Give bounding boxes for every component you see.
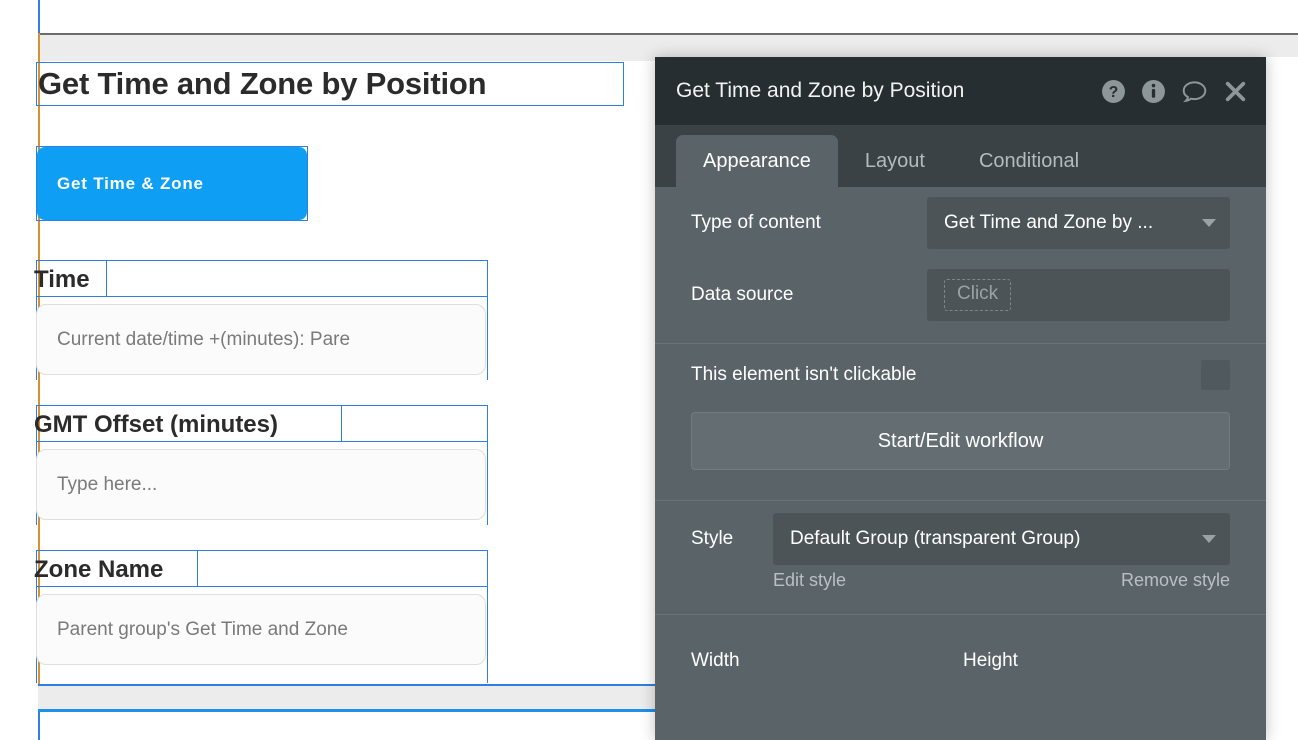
style-dropdown[interactable]: Default Group (transparent Group) xyxy=(773,513,1230,565)
clickable-label: This element isn't clickable xyxy=(691,364,917,385)
editor-screen: Get Time and Zone by Position Get Time &… xyxy=(0,0,1298,740)
time-input[interactable]: Current date/time +(minutes): Pare xyxy=(36,304,486,375)
type-of-content-row: Type of content Get Time and Zone by ... xyxy=(655,187,1266,259)
zone-name-input[interactable]: Parent group's Get Time and Zone xyxy=(36,594,486,665)
help-icon[interactable]: ? xyxy=(1101,79,1126,104)
zone-name-label: Zone Name xyxy=(34,556,164,583)
gmt-offset-label: GMT Offset (minutes) xyxy=(34,411,278,438)
panel-header-icons: ? xyxy=(1101,79,1248,104)
type-of-content-label: Type of content xyxy=(691,212,821,233)
data-source-row: Data source Click xyxy=(655,259,1266,331)
tab-layout[interactable]: Layout xyxy=(838,135,952,187)
data-source-field[interactable]: Click xyxy=(927,269,1230,321)
data-source-click-placeholder[interactable]: Click xyxy=(944,279,1012,311)
clickable-row: This element isn't clickable xyxy=(655,344,1266,406)
edit-style-link[interactable]: Edit style xyxy=(773,570,1121,591)
page-title: Get Time and Zone by Position xyxy=(38,66,487,101)
style-chevron-down-icon xyxy=(1202,535,1216,543)
height-label: Height xyxy=(963,650,1018,671)
style-label: Style xyxy=(691,528,734,549)
start-edit-workflow-button[interactable]: Start/Edit workflow xyxy=(691,412,1230,470)
style-row: Style Default Group (transparent Group) xyxy=(655,501,1266,565)
panel-header: Get Time and Zone by Position ? xyxy=(655,57,1266,125)
page-left-guide-bottom xyxy=(38,715,40,740)
panel-title: Get Time and Zone by Position xyxy=(676,79,965,102)
panel-gap xyxy=(1266,57,1298,740)
tab-appearance[interactable]: Appearance xyxy=(676,135,838,187)
chevron-down-icon xyxy=(1202,219,1216,227)
type-of-content-dropdown[interactable]: Get Time and Zone by ... xyxy=(927,197,1230,249)
get-time-zone-button[interactable]: Get Time & Zone xyxy=(37,147,307,220)
property-inspector-panel: Get Time and Zone by Position ? Appearan… xyxy=(655,57,1266,740)
panel-tabs: Appearance Layout Conditional xyxy=(655,125,1266,187)
info-icon[interactable] xyxy=(1141,79,1166,104)
close-icon[interactable] xyxy=(1223,79,1248,104)
size-row: Width Height xyxy=(655,615,1266,685)
remove-style-link[interactable]: Remove style xyxy=(1121,570,1230,591)
tab-conditional[interactable]: Conditional xyxy=(952,135,1106,187)
gmt-offset-input[interactable]: Type here... xyxy=(36,449,486,520)
style-value: Default Group (transparent Group) xyxy=(790,528,1081,549)
data-source-label: Data source xyxy=(691,284,794,305)
panel-body: Type of content Get Time and Zone by ...… xyxy=(655,187,1266,740)
time-label: Time xyxy=(34,266,90,293)
workflow-row: Start/Edit workflow xyxy=(655,406,1266,476)
type-of-content-value: Get Time and Zone by ... xyxy=(944,212,1154,233)
svg-text:?: ? xyxy=(1109,84,1119,101)
width-label: Width xyxy=(691,650,740,671)
clickable-checkbox[interactable] xyxy=(1201,360,1230,390)
style-links-row: Edit style Remove style xyxy=(655,563,1266,597)
comment-icon[interactable] xyxy=(1181,79,1208,104)
